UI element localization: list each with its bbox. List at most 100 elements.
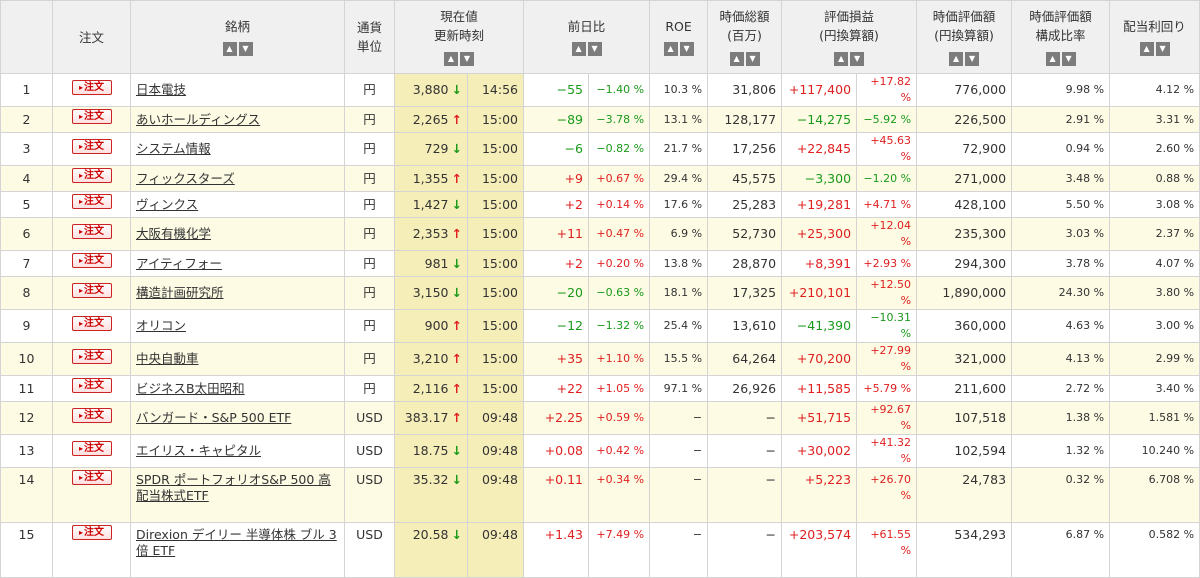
sort-ascending-icon[interactable]: ▲ bbox=[834, 51, 849, 66]
stock-name-link[interactable]: SPDR ポートフォリオS&P 500 高配当株式ETF bbox=[136, 472, 331, 503]
price-value: 1,355 bbox=[412, 170, 449, 186]
price-cell: 3,150 ↓ bbox=[394, 276, 468, 310]
change-percent: +1.10 % bbox=[588, 342, 651, 376]
order-button[interactable]: 注文 bbox=[71, 109, 112, 124]
order-button[interactable]: 注文 bbox=[71, 525, 112, 540]
sort-descending-icon[interactable]: ▼ bbox=[745, 51, 760, 66]
pl-percent: +41.32 % bbox=[856, 434, 918, 468]
order-button[interactable]: 注文 bbox=[71, 138, 112, 154]
header-price: 現在値 更新時刻 ▲ ▼ bbox=[393, 0, 525, 74]
currency-cell: USD bbox=[344, 467, 395, 523]
order-button[interactable]: 注文 bbox=[71, 253, 112, 268]
currency-cell: 円 bbox=[344, 106, 395, 133]
market-value: 24,783 bbox=[916, 467, 1013, 523]
currency-cell: 円 bbox=[344, 191, 395, 218]
order-button[interactable]: 注文 bbox=[71, 315, 112, 331]
order-button[interactable]: 注文 bbox=[71, 440, 112, 456]
stock-name-link[interactable]: 日本電技 bbox=[136, 82, 186, 97]
pl-percent: +26.70 % bbox=[856, 467, 918, 523]
sort-descending-icon[interactable]: ▼ bbox=[1061, 51, 1076, 66]
change-percent: −1.40 % bbox=[588, 73, 651, 107]
order-button[interactable]: 注文 bbox=[71, 378, 112, 393]
table-row: 7注文アイティフォー円981↓15:00+2+0.20 %13.8 %28,87… bbox=[0, 250, 1200, 277]
order-button[interactable]: 注文 bbox=[71, 348, 112, 364]
order-cell: 注文 bbox=[52, 522, 131, 578]
order-cell: 注文 bbox=[52, 276, 131, 310]
change-percent: +7.49 % bbox=[588, 522, 651, 578]
header-currency-label: 通貨 単位 bbox=[356, 20, 382, 54]
market-value: 102,594 bbox=[916, 434, 1013, 468]
stock-name-link[interactable]: ビジネスB太田昭和 bbox=[136, 381, 245, 396]
change-percent: +0.20 % bbox=[588, 250, 651, 277]
currency-cell: 円 bbox=[344, 132, 395, 166]
name-cell: Direxion デイリー 半導体株 ブル 3倍 ETF bbox=[130, 522, 345, 578]
sort-ascending-icon[interactable]: ▲ bbox=[222, 42, 237, 56]
stock-name-link[interactable]: 構造計画研究所 bbox=[136, 285, 224, 300]
sort-ascending-icon[interactable]: ▲ bbox=[571, 42, 586, 56]
change-value: +1.43 bbox=[523, 522, 590, 578]
header-price-label: 現在値 更新時刻 bbox=[434, 9, 485, 43]
order-button[interactable]: 注文 bbox=[71, 282, 112, 298]
stock-name-link[interactable]: 中央自動車 bbox=[136, 351, 199, 366]
table-row: 11注文ビジネスB太田昭和円2,116↑15:00+22+1.05 %97.1 … bbox=[0, 375, 1200, 402]
sort-ascending-icon[interactable]: ▲ bbox=[1045, 51, 1060, 66]
header-currency: 通貨 単位 bbox=[344, 0, 395, 74]
stock-name-link[interactable]: システム情報 bbox=[136, 141, 211, 156]
market-value: 428,100 bbox=[916, 191, 1013, 218]
market-cap-value: 52,730 bbox=[707, 217, 783, 251]
order-button[interactable]: 注文 bbox=[71, 407, 112, 423]
roe-value: − bbox=[649, 401, 709, 435]
order-button[interactable]: 注文 bbox=[71, 168, 112, 183]
stock-name-link[interactable]: アイティフォー bbox=[136, 256, 222, 271]
stock-name-link[interactable]: バンガード・S&P 500 ETF bbox=[136, 410, 291, 425]
order-button[interactable]: 注文 bbox=[71, 223, 112, 239]
sort-ascending-icon[interactable]: ▲ bbox=[1139, 42, 1154, 56]
row-number: 3 bbox=[0, 132, 53, 166]
roe-value: 10.3 % bbox=[649, 73, 709, 107]
stock-name-link[interactable]: オリコン bbox=[136, 318, 186, 333]
dividend-yield: 10.240 % bbox=[1109, 434, 1200, 468]
update-time: 15:00 bbox=[466, 250, 525, 277]
header-name: 銘柄 ▲ ▼ bbox=[130, 0, 345, 74]
update-time: 09:48 bbox=[466, 467, 525, 523]
sort-descending-icon[interactable]: ▼ bbox=[1155, 42, 1170, 56]
sort-descending-icon[interactable]: ▼ bbox=[238, 42, 253, 56]
sort-descending-icon[interactable]: ▼ bbox=[965, 51, 980, 66]
composition-ratio: 9.98 % bbox=[1011, 73, 1111, 107]
currency-cell: USD bbox=[344, 522, 395, 578]
dividend-yield: 4.12 % bbox=[1109, 73, 1200, 107]
stock-name-link[interactable]: Direxion デイリー 半導体株 ブル 3倍 ETF bbox=[136, 527, 337, 558]
order-cell: 注文 bbox=[52, 250, 131, 277]
stock-name-link[interactable]: エイリス・キャピタル bbox=[136, 443, 261, 458]
sort-ascending-icon[interactable]: ▲ bbox=[729, 51, 744, 66]
sort-descending-icon[interactable]: ▼ bbox=[587, 42, 602, 56]
sort-descending-icon[interactable]: ▼ bbox=[460, 51, 474, 66]
stock-name-link[interactable]: 大阪有機化学 bbox=[136, 226, 211, 241]
order-cell: 注文 bbox=[52, 434, 131, 468]
order-button[interactable]: 注文 bbox=[71, 470, 112, 485]
order-cell: 注文 bbox=[52, 217, 131, 251]
stock-name-link[interactable]: ヴィンクス bbox=[136, 197, 198, 212]
sort-ascending-icon[interactable]: ▲ bbox=[444, 51, 458, 66]
arrow-up-icon: ↑ bbox=[451, 170, 462, 186]
stock-name-link[interactable]: フィックスターズ bbox=[136, 171, 235, 186]
currency-cell: 円 bbox=[344, 276, 395, 310]
change-value: +35 bbox=[523, 342, 590, 376]
price-value: 3,210 bbox=[412, 351, 449, 366]
header-yield: 配当利回り ▲ ▼ bbox=[1109, 0, 1200, 74]
order-button[interactable]: 注文 bbox=[71, 194, 112, 209]
order-cell: 注文 bbox=[52, 191, 131, 218]
stock-name-link[interactable]: あいホールディングス bbox=[136, 112, 260, 127]
sort-descending-icon[interactable]: ▼ bbox=[679, 42, 694, 56]
composition-ratio: 2.91 % bbox=[1011, 106, 1111, 133]
change-percent: −1.32 % bbox=[588, 309, 651, 343]
composition-ratio: 6.87 % bbox=[1011, 522, 1111, 578]
row-number: 13 bbox=[0, 434, 53, 468]
sort-ascending-icon[interactable]: ▲ bbox=[663, 42, 678, 56]
update-time: 14:56 bbox=[466, 73, 525, 107]
sort-ascending-icon[interactable]: ▲ bbox=[949, 51, 964, 66]
sort-descending-icon[interactable]: ▼ bbox=[850, 51, 865, 66]
order-button[interactable]: 注文 bbox=[71, 79, 112, 95]
change-value: +2.25 bbox=[523, 401, 590, 435]
table-row: 5注文ヴィンクス円1,427↓15:00+2+0.14 %17.6 %25,28… bbox=[0, 191, 1200, 218]
